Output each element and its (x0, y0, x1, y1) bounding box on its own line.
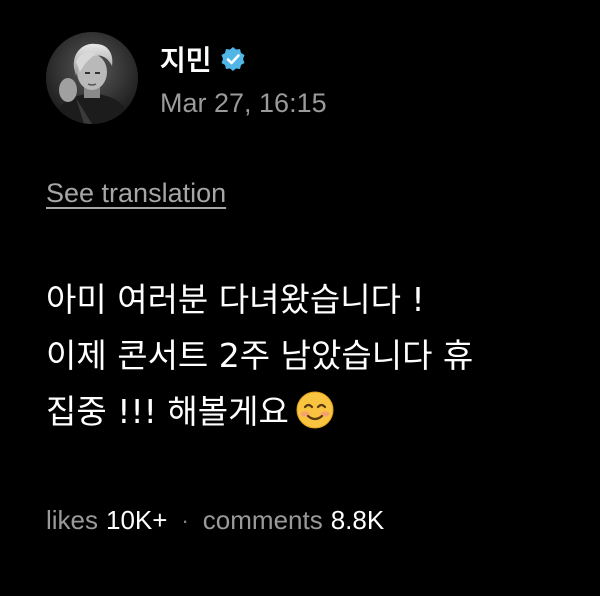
content-line-3-row: 집중 !!! 해볼게요 (46, 384, 576, 440)
author-name[interactable]: 지민 (160, 39, 212, 79)
see-translation-link[interactable]: See translation (46, 178, 226, 209)
post-content: 아미 여러분 다녀왔습니다 ! 이제 콘서트 2주 남았습니다 휴 집중 !!!… (46, 272, 576, 440)
comments-count: 8.8K (330, 505, 385, 535)
post-stats: likes 10K+ · comments 8.8K (46, 505, 384, 536)
avatar-photo-icon (46, 32, 138, 124)
smiling-face-emoji-icon (295, 390, 335, 430)
content-line-1: 아미 여러분 다녀왔습니다 ! (46, 280, 425, 319)
likes-label: likes (46, 505, 99, 535)
content-line-2: 이제 콘서트 2주 남았습니다 휴 (46, 336, 474, 375)
post-meta: 지민 Mar 27, 16:15 (160, 40, 327, 119)
post-card: 지민 Mar 27, 16:15 See translation 아미 여러분 … (0, 0, 600, 596)
content-line-3: 집중 !!! 해볼게요 (46, 392, 289, 431)
author-row: 지민 (160, 40, 327, 78)
likes-stat[interactable]: likes 10K+ (46, 505, 167, 536)
comments-stat[interactable]: comments 8.8K (203, 505, 384, 536)
post-timestamp: Mar 27, 16:15 (160, 88, 327, 118)
likes-count: 10K+ (106, 505, 168, 535)
stats-separator: · (181, 507, 189, 533)
verified-badge-icon (220, 46, 246, 72)
comments-label: comments (202, 505, 323, 535)
avatar[interactable] (46, 32, 138, 124)
post-header: 지민 Mar 27, 16:15 (46, 32, 327, 124)
